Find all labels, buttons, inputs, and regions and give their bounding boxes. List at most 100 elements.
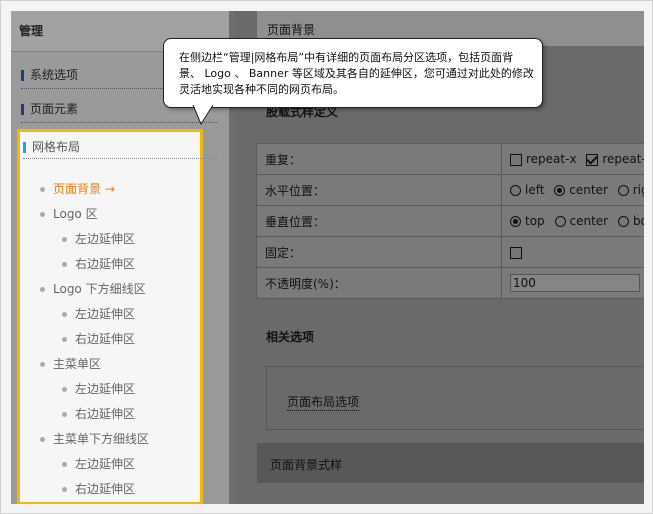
tree-item-label: 右边延伸区 (75, 257, 136, 271)
tree-item-label: 页面背景 (53, 182, 102, 196)
divider (23, 158, 217, 159)
tree-item-label: 左边延伸区 (75, 307, 136, 321)
tree-item-left-extension[interactable]: 左边延伸区 (62, 455, 135, 473)
option-label: center (569, 214, 609, 228)
sidebar-item-grid-layout[interactable]: 网格布局 (23, 138, 80, 155)
vpos-bottom-option[interactable]: bot (617, 214, 644, 228)
repeat-x-checkbox[interactable] (510, 153, 522, 166)
radio-button[interactable] (617, 185, 629, 196)
tree-item-main-menu-area[interactable]: 主菜单区 (40, 355, 101, 373)
hpos-label: 水平位置： (256, 174, 502, 206)
hpos-options: left center righ (501, 174, 644, 206)
tree-item-label: 右边延伸区 (75, 332, 136, 346)
tree-item-label: 左边延伸区 (75, 382, 136, 396)
option-label: repeat-y (602, 152, 644, 166)
bullet-icon (40, 287, 45, 292)
callout-tooltip: 在侧边栏“管理|网格布局”中有详细的页面布局分区选项，包括页面背景、 Logo … (163, 38, 543, 108)
option-label: bot (632, 214, 644, 228)
opacity-label: 不透明度(%)： (256, 267, 502, 299)
arrow-right-icon: → (104, 182, 115, 196)
hpos-center-option[interactable]: center (554, 183, 608, 197)
radio-button[interactable] (510, 185, 521, 196)
related-options-title: 相关选项 (266, 330, 315, 344)
tree-item-left-extension[interactable]: 左边延伸区 (62, 230, 135, 248)
page-title: 页面背景 (267, 23, 316, 37)
screenshot-frame: 管理 系统选项 页面元素 网格布局 页面背景 → Logo 区 左边延伸区 右边… (0, 0, 653, 514)
fixed-label: 固定： (256, 236, 502, 268)
repeat-label: 重复： (256, 143, 502, 175)
bullet-bar-icon (21, 104, 24, 115)
option-label: top (525, 214, 545, 228)
tree-item-label: 主菜单区 (53, 357, 102, 371)
table-row: 固定： (256, 236, 644, 268)
page-layout-options-link[interactable]: 页面布局选项 (287, 393, 360, 411)
related-options-box: 页面布局选项 (266, 366, 644, 430)
tree-item-right-extension[interactable]: 右边延伸区 (62, 255, 135, 273)
bullet-bar-icon (23, 142, 26, 153)
tree-item-right-extension[interactable]: 右边延伸区 (62, 330, 135, 348)
tree-item-logo-underline-area[interactable]: Logo 下方细线区 (40, 280, 146, 298)
bullet-icon (62, 237, 67, 242)
radio-button[interactable] (554, 185, 566, 196)
hpos-left-option[interactable]: left (510, 183, 544, 197)
tree-item-label: Logo 下方细线区 (53, 282, 146, 296)
bullet-icon (40, 187, 45, 192)
fixed-checkbox[interactable] (510, 246, 522, 259)
tree-item-main-menu-underline-area[interactable]: 主菜单下方细线区 (40, 430, 149, 448)
radio-button[interactable] (554, 216, 566, 227)
bullet-icon (40, 362, 45, 367)
tree-item-label: 主菜单下方细线区 (53, 432, 150, 446)
table-row: 垂直位置： top center bot (256, 205, 644, 237)
tree-item-right-extension[interactable]: 右边延伸区 (62, 480, 135, 498)
bullet-icon (40, 437, 45, 442)
radio-button[interactable] (510, 216, 521, 227)
tree-item-left-extension[interactable]: 左边延伸区 (62, 380, 135, 398)
opacity-input[interactable] (510, 274, 640, 292)
grid-layout-panel: 网格布局 页面背景 → Logo 区 左边延伸区 右边延伸区 Logo 下方细线… (17, 129, 217, 504)
bullet-icon (62, 462, 67, 467)
tree-item-logo-area[interactable]: Logo 区 (40, 205, 98, 223)
bullet-icon (62, 262, 67, 267)
bullet-icon (62, 387, 67, 392)
hpos-right-option[interactable]: righ (617, 183, 644, 197)
callout-text: 在侧边栏“管理|网格布局”中有详细的页面布局分区选项，包括页面背景、 Logo … (179, 51, 534, 96)
callout-tail-icon (192, 104, 214, 126)
tree-item-left-extension[interactable]: 左边延伸区 (62, 305, 135, 323)
repeat-y-checkbox[interactable] (586, 153, 599, 166)
opacity-cell (501, 267, 644, 299)
bullet-icon (62, 412, 67, 417)
option-label: repeat-x (526, 152, 577, 166)
grid-layout-title: 网格布局 (32, 140, 81, 154)
fixed-options (501, 236, 644, 268)
option-label: left (525, 183, 545, 197)
tree-item-label: 左边延伸区 (75, 232, 136, 246)
vpos-top-option[interactable]: top (510, 214, 545, 228)
repeat-y-option[interactable]: repeat-y (586, 152, 644, 166)
collapsed-section-title: 页面背景式样 (270, 458, 343, 472)
vpos-label: 垂直位置： (256, 205, 502, 237)
radio-button[interactable] (617, 216, 629, 227)
tree-item-right-extension[interactable]: 右边延伸区 (62, 405, 135, 423)
table-row: 重复： repeat-x repeat-y (256, 143, 644, 175)
option-label: center (569, 183, 608, 197)
collapsed-section-bar[interactable]: 页面背景式样 (257, 443, 644, 483)
tree-item-page-background[interactable]: 页面背景 → (40, 180, 115, 198)
settings-table: 重复： repeat-x repeat-y 水平位置： left center … (256, 143, 644, 299)
vpos-center-option[interactable]: center (554, 214, 609, 228)
sidebar-item-label: 页面元素 (30, 102, 79, 116)
option-label: righ (632, 183, 644, 197)
table-row: 不透明度(%)： (256, 267, 644, 299)
vpos-options: top center bot (501, 205, 644, 237)
table-row: 水平位置： left center righ (256, 174, 644, 206)
tree-item-label: 左边延伸区 (75, 457, 136, 471)
sidebar-item-system-options[interactable]: 系统选项 (21, 65, 78, 85)
tree-item-label: 右边延伸区 (75, 482, 136, 496)
bullet-icon (62, 312, 67, 317)
sidebar-item-page-elements[interactable]: 页面元素 (21, 99, 78, 119)
repeat-x-option[interactable]: repeat-x (510, 152, 577, 166)
bullet-icon (62, 337, 67, 342)
bullet-icon (40, 212, 45, 217)
tree-item-label: Logo 区 (53, 207, 98, 221)
tree-item-label: 右边延伸区 (75, 407, 136, 421)
divider (21, 122, 217, 123)
